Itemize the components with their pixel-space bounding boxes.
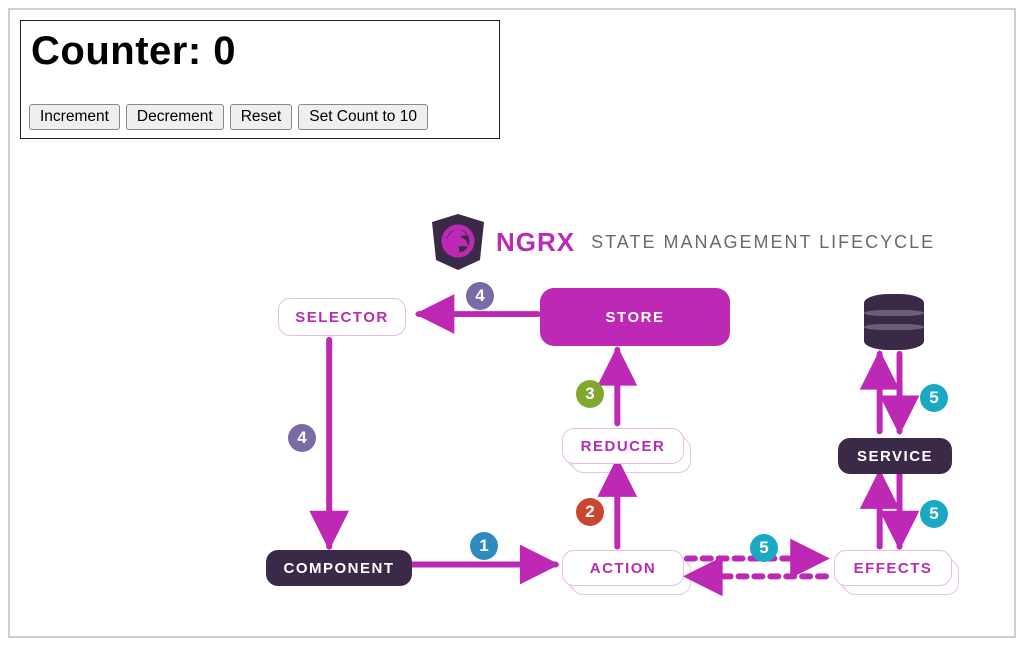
node-reducer: REDUCER bbox=[562, 428, 684, 464]
step-badge-3: 3 bbox=[576, 380, 604, 408]
database-icon bbox=[864, 294, 924, 350]
node-service: SERVICE bbox=[838, 438, 952, 474]
step-badge-5c: 5 bbox=[920, 384, 948, 412]
node-selector: SELECTOR bbox=[278, 298, 406, 336]
page-frame: Counter: 0 Increment Decrement Reset Set… bbox=[8, 8, 1016, 638]
ngrx-diagram: NGRX STATE MANAGEMENT LIFECYCLE bbox=[10, 10, 1014, 636]
step-badge-5a: 5 bbox=[750, 534, 778, 562]
step-badge-1: 1 bbox=[470, 532, 498, 560]
node-effects: EFFECTS bbox=[834, 550, 952, 586]
node-store: STORE bbox=[540, 288, 730, 346]
step-badge-4a: 4 bbox=[466, 282, 494, 310]
node-component: COMPONENT bbox=[266, 550, 412, 586]
node-action: ACTION bbox=[562, 550, 684, 586]
step-badge-5b: 5 bbox=[920, 500, 948, 528]
step-badge-4b: 4 bbox=[288, 424, 316, 452]
step-badge-2: 2 bbox=[576, 498, 604, 526]
